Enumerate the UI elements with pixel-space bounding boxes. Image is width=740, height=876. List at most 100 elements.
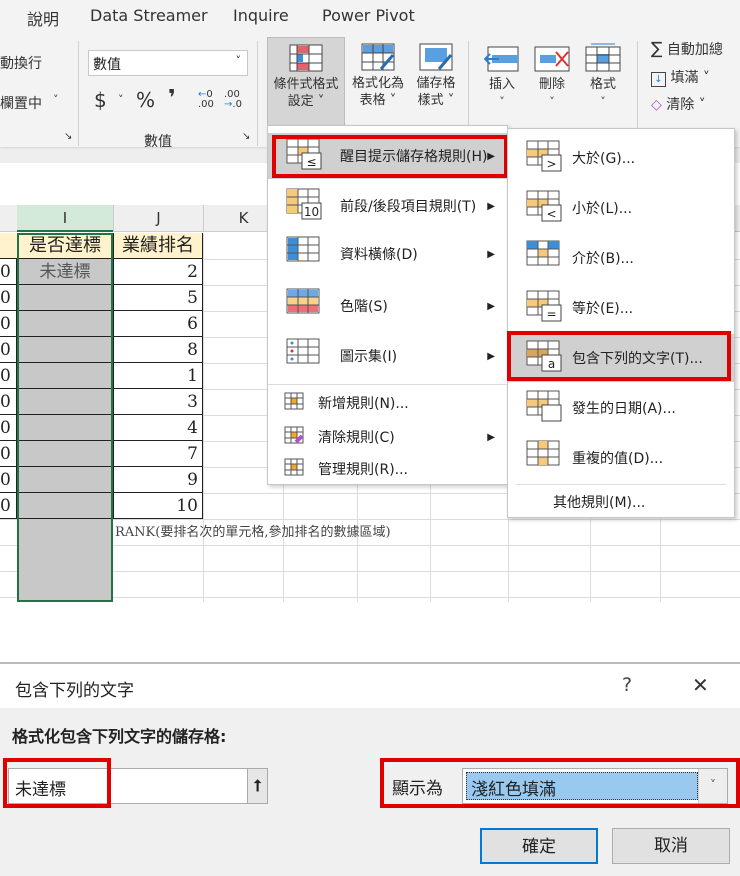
status-cell[interactable] <box>17 441 113 467</box>
left-cell[interactable]: 0 <box>0 363 17 389</box>
insert-button[interactable]: 插入 ˅ <box>482 46 522 110</box>
menu-item-label: 醒目提示儲存格規則(H) <box>340 149 488 165</box>
tab-help[interactable]: 說明 <box>27 6 59 30</box>
menu-item-date-occurring[interactable]: 發生的日期(A)... <box>508 384 734 432</box>
rank-cell[interactable]: 10 <box>113 493 203 519</box>
column-header-j[interactable]: J <box>113 205 203 232</box>
rank-cell[interactable]: 8 <box>113 337 203 363</box>
status-cell[interactable] <box>17 415 113 441</box>
status-cell[interactable] <box>17 389 113 415</box>
status-cell[interactable] <box>17 363 113 389</box>
left-cell[interactable]: 0 <box>0 467 17 493</box>
chevron-down-icon[interactable]: ˅ <box>698 769 727 803</box>
menu-item-color-scales[interactable]: 色階(S) ▶ <box>268 283 507 329</box>
menu-item-data-bars[interactable]: 資料橫條(D) ▶ <box>268 231 507 277</box>
dialog-launcher-icon[interactable]: ↘ <box>64 131 72 142</box>
format-button[interactable]: 格式 ˅ <box>583 42 623 110</box>
header-cell-h[interactable] <box>0 233 17 259</box>
status-cell[interactable] <box>17 467 113 493</box>
rank-cell[interactable]: 3 <box>113 389 203 415</box>
left-cell[interactable]: 0 <box>0 337 17 363</box>
menu-item-top-bottom[interactable]: 10 前段/後段項目規則(T) ▶ <box>268 183 507 229</box>
menu-item-greater-than[interactable]: > 大於(G)... <box>508 134 734 182</box>
rank-cell[interactable]: 9 <box>113 467 203 493</box>
status-cell[interactable] <box>17 337 113 363</box>
merge-center-button[interactable]: 欄置中 <box>0 93 42 113</box>
menu-item-more-rules[interactable]: 其他規則(M)... <box>508 487 734 517</box>
text-input[interactable]: 未達標 <box>8 768 248 804</box>
status-cell[interactable]: 未達標 <box>17 259 113 285</box>
cancel-button[interactable]: 取消 <box>612 828 730 864</box>
rank-cell[interactable]: 2 <box>113 259 203 285</box>
status-cell[interactable] <box>17 493 113 519</box>
selected-empty-cells[interactable] <box>17 519 113 602</box>
left-cell[interactable]: 0 <box>0 415 17 441</box>
menu-item-label: 大於(G)... <box>572 151 636 167</box>
left-cell[interactable]: 0 <box>0 259 17 285</box>
menu-item-equal-to[interactable]: = 等於(E)... <box>508 284 734 332</box>
tab-data-streamer[interactable]: Data Streamer <box>90 6 208 25</box>
format-label: 格式 <box>589 77 616 92</box>
number-format-select[interactable]: 數值 ˅ <box>88 50 248 76</box>
color-scales-icon <box>286 288 332 324</box>
clear-label: 清除 ˅ <box>666 97 706 113</box>
comma-button[interactable]: ❜ <box>168 86 176 111</box>
left-cell[interactable]: 0 <box>0 389 17 415</box>
clear-button[interactable]: ◇ 清除 ˅ <box>651 94 706 114</box>
menu-item-highlight-rules[interactable]: ≤ 醒目提示儲存格規則(H) ▶ <box>268 133 507 179</box>
menu-item-clear-rules[interactable]: 清除規則(C) ▶ <box>268 422 507 452</box>
tab-power-pivot[interactable]: Power Pivot <box>322 6 415 25</box>
format-as-table-button[interactable]: 格式化為 表格 ˅ <box>346 43 410 109</box>
menu-item-between[interactable]: 介於(B)... <box>508 234 734 282</box>
less-than-icon: < <box>526 190 572 226</box>
rank-cell[interactable]: 7 <box>113 441 203 467</box>
ok-button[interactable]: 確定 <box>480 828 598 864</box>
column-header-i[interactable]: I <box>17 205 113 232</box>
svg-text:≤: ≤ <box>306 155 316 169</box>
menu-item-text-contains[interactable]: a 包含下列的文字(T)... <box>508 334 734 382</box>
autosum-button[interactable]: ∑ 自動加總 <box>651 39 723 59</box>
cell-styles-button[interactable]: 儲存格 樣式 ˅ <box>408 43 464 109</box>
dialog-launcher-icon[interactable]: ↘ <box>242 131 250 142</box>
rank-cell[interactable]: 6 <box>113 311 203 337</box>
help-button[interactable]: ? <box>622 674 632 696</box>
duplicate-values-icon <box>526 440 572 476</box>
rank-cell[interactable]: 5 <box>113 285 203 311</box>
menu-item-less-than[interactable]: < 小於(L)... <box>508 184 734 232</box>
percent-button[interactable]: % <box>136 88 155 112</box>
column-header-h[interactable] <box>0 205 17 232</box>
header-cell-status[interactable]: 是否達標 <box>17 233 113 259</box>
fill-button[interactable]: ↓ 填滿 ˅ <box>651 67 710 87</box>
left-cell[interactable]: 0 <box>0 441 17 467</box>
menu-item-icon-sets[interactable]: 圖示集(I) ▶ <box>268 333 507 379</box>
menu-item-label: 等於(E)... <box>572 301 634 317</box>
chevron-down-icon[interactable]: ˅ <box>53 93 59 106</box>
increase-decimal-button[interactable]: ←0.00 <box>198 90 214 110</box>
menu-item-new-rule[interactable]: 新增規則(N)... <box>268 388 507 418</box>
menu-item-manage-rules[interactable]: 管理規則(R)... <box>268 454 507 484</box>
delete-button[interactable]: 刪除 ˅ <box>532 46 572 110</box>
conditional-formatting-button[interactable]: 條件式格式 設定 ˅ <box>267 37 345 127</box>
tab-inquire[interactable]: Inquire <box>233 6 289 25</box>
cell-styles-label-2: 樣式 ˅ <box>417 93 455 108</box>
status-cell[interactable] <box>17 285 113 311</box>
menu-item-duplicate-values[interactable]: 重複的值(D)... <box>508 434 734 482</box>
currency-button[interactable]: $ <box>94 88 107 112</box>
format-select[interactable]: 淺紅色填滿 ˅ <box>462 768 728 804</box>
chevron-down-icon[interactable]: ˅ <box>118 93 124 106</box>
header-cell-rank[interactable]: 業績排名 <box>113 233 203 259</box>
decrease-decimal-button[interactable]: .00 →.0 <box>224 90 242 110</box>
left-cell[interactable]: 0 <box>0 493 17 519</box>
chevron-down-icon: ˅ <box>235 54 242 67</box>
icon-sets-icon <box>286 338 332 374</box>
wrap-text-button[interactable]: 動換行 <box>0 53 42 73</box>
left-cell[interactable]: 0 <box>0 285 17 311</box>
collapse-dialog-button[interactable]: ⭡ <box>247 768 268 804</box>
rank-cell[interactable]: 4 <box>113 415 203 441</box>
more-rules-label: 其他規則(M)... <box>553 495 646 511</box>
greater-than-icon: > <box>526 140 572 176</box>
left-cell[interactable]: 0 <box>0 311 17 337</box>
status-cell[interactable] <box>17 311 113 337</box>
close-button[interactable]: ✕ <box>692 673 709 697</box>
rank-cell[interactable]: 1 <box>113 363 203 389</box>
